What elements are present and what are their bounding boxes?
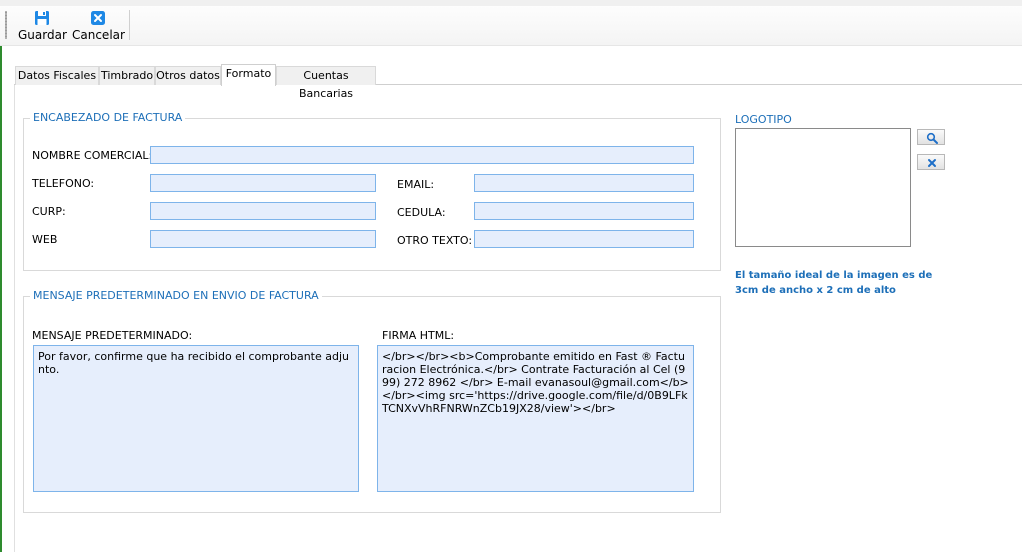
mensaje-predeterminado-label: MENSAJE PREDETERMINADO: — [32, 329, 193, 342]
search-icon — [926, 132, 938, 144]
email-field[interactable] — [474, 174, 694, 192]
window-left-accent — [0, 0, 2, 552]
cedula-field[interactable] — [474, 202, 694, 220]
cancel-button-label: Cancelar — [72, 28, 125, 42]
tab-datos-fiscales[interactable]: Datos Fiscales — [15, 66, 99, 85]
web-label: WEB — [32, 233, 58, 246]
tab-timbrado[interactable]: Timbrado — [99, 66, 155, 85]
browse-logo-button[interactable] — [917, 129, 945, 145]
mensaje-predeterminado-textarea[interactable]: Por favor, confirme que ha recibido el c… — [33, 345, 359, 492]
curp-label: CURP: — [32, 205, 66, 218]
panel-left-border — [14, 85, 15, 552]
mensaje-legend: MENSAJE PREDETERMINADO EN ENVIO DE FACTU… — [30, 289, 322, 302]
otro-texto-field[interactable] — [474, 230, 694, 248]
tab-formato[interactable]: Formato — [221, 64, 276, 86]
web-field[interactable] — [150, 230, 376, 248]
logo-size-note: El tamaño ideal de la imagen es de 3cm d… — [735, 270, 933, 296]
logo-image-box[interactable] — [735, 128, 911, 247]
save-button-label: Guardar — [18, 28, 67, 42]
close-icon — [90, 10, 106, 26]
telefono-field[interactable] — [150, 174, 376, 192]
cedula-label: CEDULA: — [397, 206, 446, 219]
nombre-comercial-label: NOMBRE COMERCIAL: — [32, 149, 153, 162]
toolbar-separator — [129, 10, 130, 40]
encabezado-group: ENCABEZADO DE FACTURA — [23, 111, 721, 271]
cancel-button[interactable]: Cancelar — [72, 8, 125, 42]
toolbar: Guardar Cancelar — [0, 6, 1022, 46]
encabezado-legend: ENCABEZADO DE FACTURA — [30, 111, 186, 124]
telefono-label: TELEFONO: — [32, 177, 95, 190]
toolbar-grip[interactable] — [5, 11, 7, 39]
logotipo-label: LOGOTIPO — [735, 113, 792, 126]
otro-texto-label: OTRO TEXTO: — [397, 234, 473, 247]
curp-field[interactable] — [150, 202, 376, 220]
remove-logo-button[interactable] — [917, 154, 945, 170]
save-icon — [34, 10, 50, 26]
email-label: EMAIL: — [397, 178, 435, 191]
tab-cuentas-bancarias[interactable]: Cuentas Bancarias — [276, 66, 376, 100]
close-icon — [928, 159, 936, 167]
tab-otros-datos[interactable]: Otros datos — [155, 66, 221, 85]
firma-html-label: FIRMA HTML: — [382, 329, 455, 342]
firma-html-textarea[interactable]: </br></br><b>Comprobante emitido en Fast… — [377, 345, 694, 492]
nombre-comercial-field[interactable] — [150, 146, 694, 164]
save-button[interactable]: Guardar — [18, 8, 67, 42]
